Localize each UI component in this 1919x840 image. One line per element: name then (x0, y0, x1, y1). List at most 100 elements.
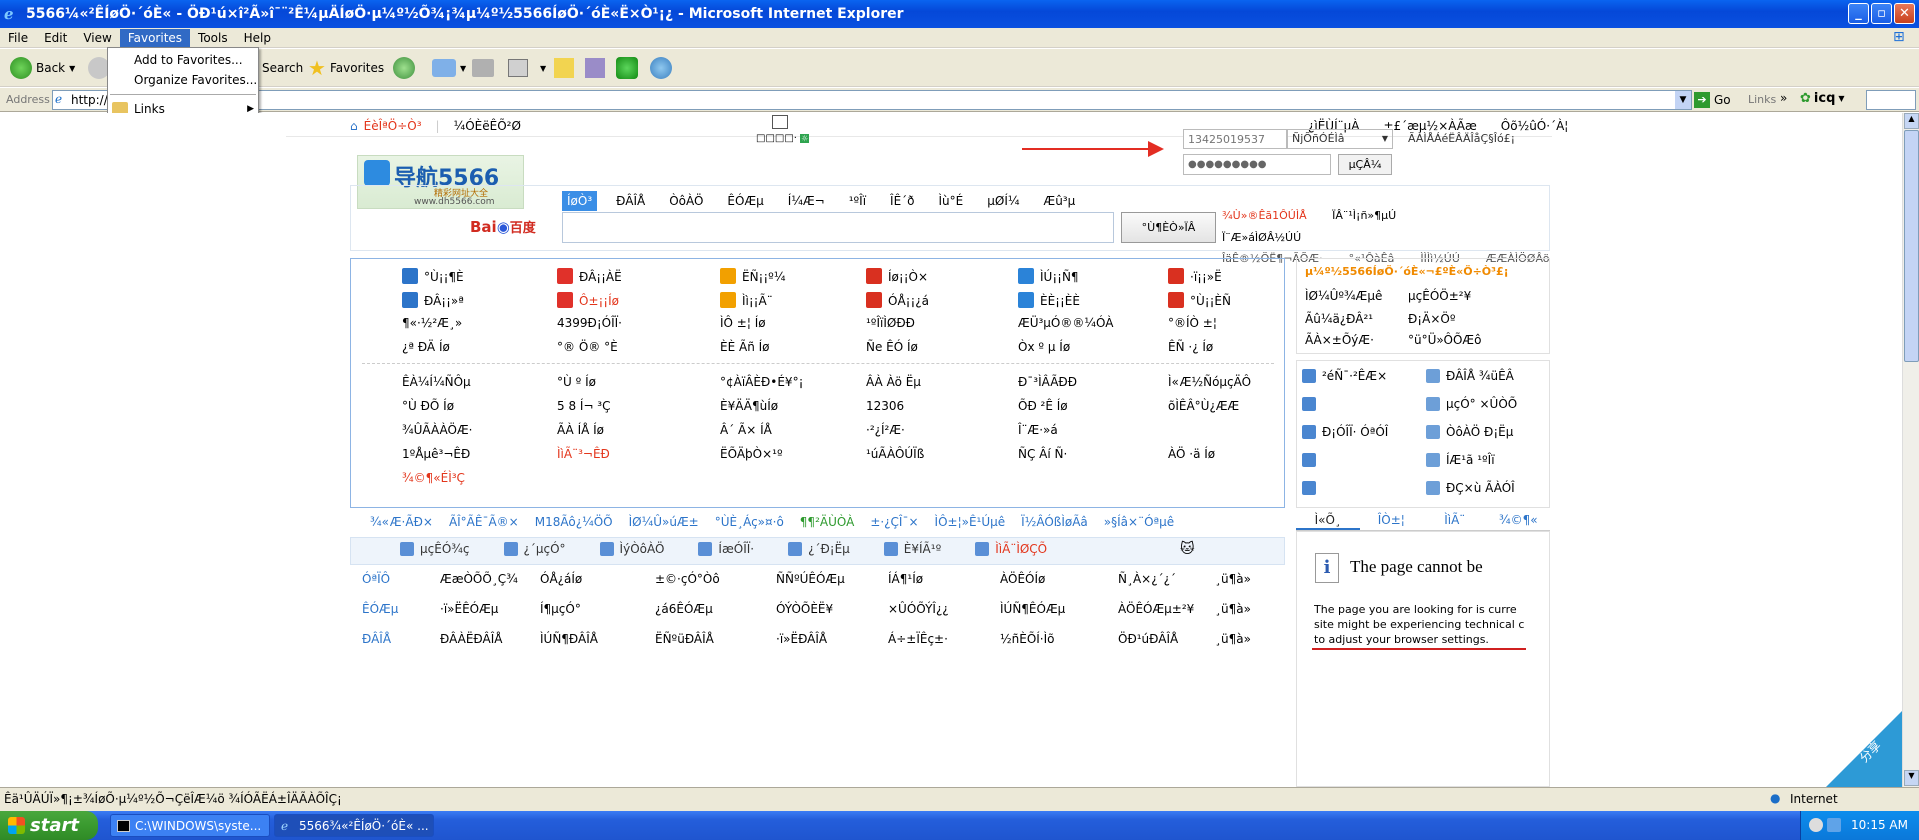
menu-view[interactable]: View (75, 29, 119, 47)
media-tab[interactable]: È¥ÍÃ¹º (883, 542, 941, 556)
menu-edit[interactable]: Edit (36, 29, 75, 47)
shop-tab[interactable]: ¾©¶« (1487, 509, 1551, 530)
category-link[interactable]: ÃÎ°ÃÊ¯Ã®× (449, 515, 519, 529)
search-button[interactable]: Search (262, 55, 303, 81)
task-cmd[interactable]: C:\WINDOWS\syste... (110, 814, 270, 837)
category-link[interactable]: Ï½ÂÓßÌøÃâ (1021, 515, 1088, 529)
media-tab[interactable]: ÍæÓÎÏ· (698, 542, 754, 556)
famous-site-link[interactable]: °¢ÀïÂÈÐ•É¥°¡ (720, 375, 870, 389)
famous-site-link[interactable]: °Ù º Íø (557, 375, 707, 389)
search-submit-button[interactable]: °Ù¶ÈÒ»ÏÂ (1121, 212, 1216, 243)
category-link[interactable]: ÌØ¼Û»úÆ± (629, 515, 699, 529)
category-link[interactable]: ±·¿ÇÎ¯× (870, 515, 918, 529)
famous-site-link[interactable]: õÌÊÂ°Ù¿ÆÆ (1168, 399, 1318, 413)
famous-site-link[interactable]: ËÕÄþÒ×¹º (720, 447, 870, 461)
famous-site-link[interactable]: Òx º µ Íø (1018, 340, 1168, 354)
famous-site-link[interactable]: ¶«·½²Æ¸» (402, 316, 552, 330)
media-tab[interactable]: ¿´Ð¡Ëµ (788, 542, 850, 556)
scroll-down-icon[interactable]: ▼ (1904, 770, 1919, 786)
famous-site-link[interactable]: °Ù ÐÕ Íø (402, 399, 552, 413)
list-link[interactable]: ¸ü¶à» (1215, 632, 1365, 646)
search-tab-qa[interactable]: ÎÊ´ð (885, 191, 919, 211)
tool-link[interactable]: ÐÇ×ù ÃÀÓÎ (1426, 481, 1564, 495)
sidebar-link[interactable]: °ü°Ü»ÔÕÆô (1408, 333, 1481, 347)
famous-site-link[interactable]: È¥ÄÄ¶ùÍø (720, 399, 870, 413)
famous-site-link[interactable]: Ð¯³ÌÂÃÐÐ (1018, 375, 1168, 389)
edit-button[interactable]: ▼ (508, 55, 546, 81)
save-desktop-link[interactable]: ±£´æµ½×ÀÃæ (1383, 119, 1476, 133)
media-tab[interactable]: µçÊÓ¾ç (400, 542, 470, 556)
minimize-button[interactable]: _ (1848, 3, 1869, 24)
messenger-button[interactable] (616, 55, 638, 81)
tool-link[interactable] (1302, 453, 1440, 467)
add-favorite-link[interactable]: ¼ÓÈëÊÕ²Ø (454, 119, 521, 133)
famous-site-link[interactable]: °Ù¡¡¶È (402, 268, 552, 284)
go-button[interactable]: ➔ Go (1694, 90, 1731, 110)
famous-site-link[interactable]: ÃÀ ÍÅ Íø (557, 423, 707, 437)
links-chevron-icon[interactable]: » (1780, 91, 1787, 105)
famous-site-link[interactable]: ·ï¡¡»Ë (1168, 268, 1318, 284)
login-button[interactable]: µÇÂ¼ (1338, 154, 1392, 175)
shop-tab[interactable]: ÌìÃ¨ (1423, 509, 1487, 530)
famous-site-link[interactable]: ¹úÃÀÔÚÏß (866, 447, 1016, 461)
icq-button[interactable]: ✿ icq ▼ (1800, 91, 1845, 106)
tool-link[interactable]: ÐÂÎÅ ¾üÊÂ (1426, 369, 1564, 383)
famous-site-link[interactable]: °®ÍÒ ±¦ (1168, 316, 1318, 330)
task-ie[interactable]: ℯ 5566¾«²ÊÍøÖ·´óÈ« ... (274, 814, 434, 837)
famous-site-link[interactable]: Ì«Æ½ÑóµçÄÔ (1168, 375, 1318, 389)
famous-site-link[interactable]: ÈÈ Ãñ Íø (720, 340, 870, 354)
search-tab-video[interactable]: ÊÓÆµ (722, 191, 768, 211)
discuss-button[interactable] (554, 55, 574, 81)
menu-tools[interactable]: Tools (190, 29, 236, 47)
mail-provider-select[interactable]: ÑjÕñÓÉÌâ ▼ (1287, 129, 1393, 149)
famous-site-link[interactable]: ÊÑ ·¿ Íø (1168, 340, 1318, 354)
category-link[interactable]: »§Íâ×¨Óªµê (1104, 515, 1174, 529)
category-link[interactable]: M18Ãô¿¼ÖÕ (535, 515, 613, 529)
history-button[interactable] (393, 55, 415, 81)
famous-site-link[interactable]: ÈÈ¡¡ÈÈ (1018, 292, 1168, 308)
famous-site-link[interactable]: ÐÂ¡¡»ª (402, 292, 552, 308)
network-icon[interactable] (1827, 818, 1841, 832)
scroll-up-icon[interactable]: ▲ (1904, 113, 1919, 129)
sidebar-link[interactable]: µçÊÓÖ±²¥ (1408, 289, 1471, 303)
famous-site-link[interactable]: Ô±¡¡Íø (557, 292, 707, 308)
famous-site-link[interactable]: °Ù¡¡ÈÑ (1168, 292, 1318, 308)
category-link[interactable]: ¾«Æ·ÃÐ× (370, 515, 433, 529)
famous-site-link[interactable]: ¹ºÎïÌØÐÐ (866, 316, 1016, 330)
category-link[interactable]: ¶¶²ÄÙÒÀ (800, 515, 855, 529)
back-button[interactable]: Back ▼ (10, 55, 75, 81)
list-link[interactable]: ¸ü¶à» (1215, 572, 1365, 586)
people-button[interactable] (650, 55, 672, 81)
search-tab-image[interactable]: Í¼Æ¬ (783, 191, 830, 211)
menu-file[interactable]: File (0, 29, 36, 47)
tool-link[interactable] (1302, 397, 1440, 411)
hot-search-link[interactable]: ¾Ù»®Êã1ÔÚÌÅ (1222, 209, 1307, 222)
famous-site-link[interactable]: Íø¡¡Ò× (866, 268, 1016, 284)
famous-site-link[interactable]: ¾©¶«ÉÌ³Ç (402, 471, 552, 485)
mail-button[interactable]: ▼ (432, 55, 466, 81)
help-link[interactable]: Ôõ½ûÓ·´À¦ (1501, 119, 1569, 133)
famous-site-link[interactable]: Ñe ÊÓ Íø (866, 340, 1016, 354)
famous-site-link[interactable]: 12306 (866, 399, 1016, 413)
famous-site-link[interactable]: 1ºÅµê³¬ÊÐ (402, 447, 552, 461)
close-button[interactable]: ✕ (1894, 3, 1915, 24)
search-input[interactable] (562, 212, 1114, 243)
list-link[interactable]: ¸ü¶à» (1215, 602, 1365, 616)
famous-site-link[interactable]: ÀÖ ·ä Íø (1168, 447, 1318, 461)
tool-link[interactable]: ÒôÀÖ Ð¡Ëµ (1426, 425, 1564, 439)
famous-site-link[interactable]: Â´ Ã× ÍÅ (720, 423, 870, 437)
famous-site-link[interactable]: ÌìÃ¨³¬ÊÐ (557, 447, 707, 461)
category-link[interactable]: ÌÔ±¦»Ê¹Úµê (935, 515, 1006, 529)
search-tab-shop[interactable]: ¹ºÎï (844, 191, 871, 211)
menu-favorites[interactable]: Favorites (119, 28, 191, 47)
famous-site-link[interactable]: ÆÜ³µÓ®®¼ÓÀ (1018, 316, 1168, 330)
maximize-button[interactable]: ▫ (1871, 3, 1892, 24)
famous-site-link[interactable]: Ìì¡¡Ã¨ (720, 292, 870, 308)
famous-site-link[interactable]: ÑÇ Âí Ñ· (1018, 447, 1168, 461)
search-tab-map[interactable]: µØÍ¼ (982, 191, 1024, 211)
famous-site-link[interactable]: ÓÅ¡¡¿á (866, 292, 1016, 308)
tool-link[interactable]: ÍÆ¹ã ¹ºÎï (1426, 453, 1564, 467)
search-tab-car[interactable]: Æû³µ (1039, 191, 1081, 211)
search-tab-music[interactable]: ÒôÀÖ (664, 191, 708, 211)
search-tab-news[interactable]: ÐÂÎÅ (611, 191, 650, 211)
